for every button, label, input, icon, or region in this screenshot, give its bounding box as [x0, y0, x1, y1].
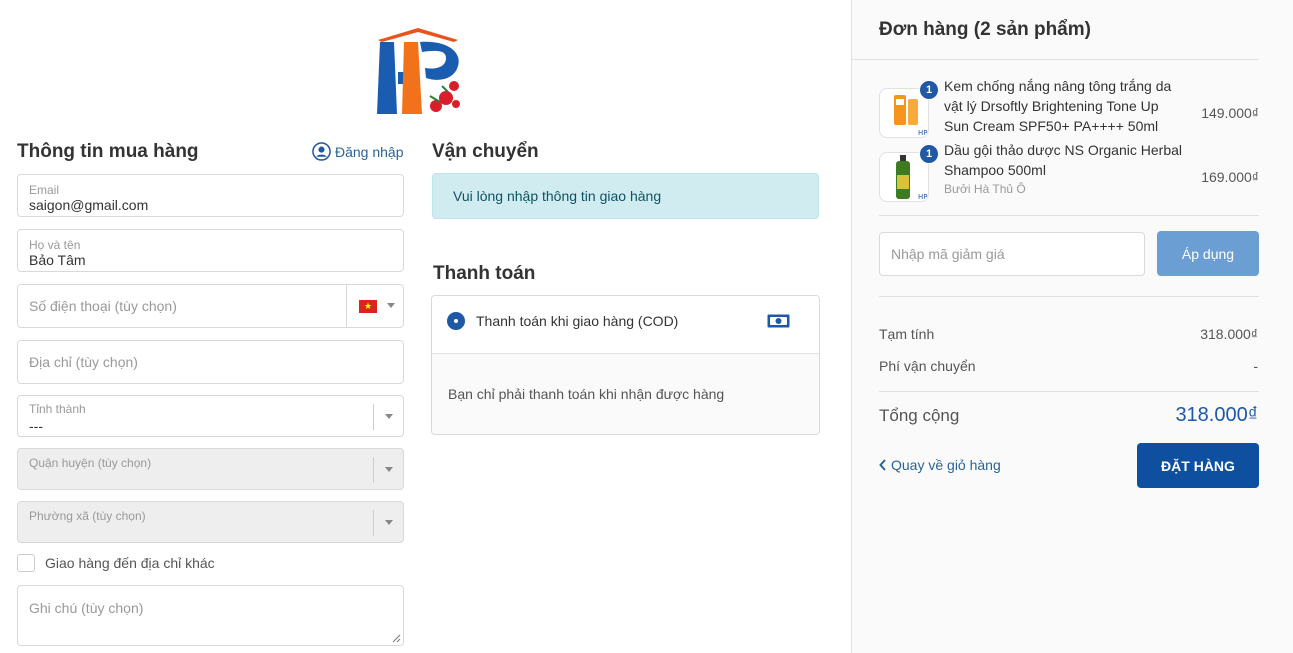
chevron-down-icon [387, 303, 395, 308]
discount-code-input[interactable]: Nhập mã giảm giá [879, 232, 1145, 276]
login-link[interactable]: Đăng nhập [312, 142, 404, 161]
checkout-main: Thông tin mua hàng Đăng nhập Email saigo… [0, 0, 851, 653]
store-logo[interactable] [370, 26, 466, 116]
resize-grip-icon[interactable] [392, 634, 401, 643]
country-code-select[interactable]: ★ [346, 285, 403, 327]
product-name-block: Dầu gội thảo dược NS Organic Herbal Sham… [944, 140, 1184, 198]
name-value: Bảo Tâm [29, 252, 86, 268]
address-placeholder: Địa chỉ (tùy chọn) [29, 354, 138, 370]
ward-select[interactable]: Phường xã (tùy chọn) [17, 501, 404, 543]
payment-option-cod[interactable]: Thanh toán khi giao hàng (COD) [432, 296, 819, 354]
divider [879, 215, 1259, 216]
ward-placeholder: Phường xã (tùy chọn) [29, 509, 146, 523]
chevron-left-icon [879, 459, 886, 471]
discount-placeholder: Nhập mã giảm giá [891, 246, 1005, 262]
product-name: Dầu gội thảo dược NS Organic Herbal Sham… [944, 142, 1182, 178]
chevron-down-icon [385, 414, 393, 419]
email-value: saigon@gmail.com [29, 197, 149, 213]
shipping-title: Vận chuyển [432, 141, 539, 162]
payment-methods: Thanh toán khi giao hàng (COD) Bạn chỉ p… [431, 295, 820, 435]
quantity-badge: 1 [919, 80, 939, 100]
shipping-fee-value: - [1253, 358, 1258, 374]
subtotal-label: Tạm tính [879, 326, 935, 342]
phone-placeholder: Số điện thoại (tùy chọn) [29, 298, 177, 314]
payment-description: Bạn chỉ phải thanh toán khi nhận được hà… [432, 354, 819, 434]
district-select[interactable]: Quận huyện (tùy chọn) [17, 448, 404, 490]
divider [851, 59, 1259, 60]
subtotal-value: 318.000₫ [1200, 326, 1258, 342]
login-label: Đăng nhập [335, 143, 404, 160]
total-label: Tổng cộng [879, 406, 960, 425]
apply-discount-button[interactable]: Áp dụng [1157, 231, 1259, 276]
note-placeholder: Ghi chú (tùy chọn) [29, 600, 144, 616]
divider [879, 296, 1259, 297]
quantity-badge: 1 [919, 144, 939, 164]
payment-title: Thanh toán [433, 263, 536, 284]
divider [879, 391, 1259, 392]
ship-other-address-checkbox[interactable] [17, 554, 35, 572]
address-field[interactable]: Địa chỉ (tùy chọn) [17, 340, 404, 384]
svg-text:HP: HP [918, 129, 928, 137]
email-label: Email [29, 183, 60, 197]
user-icon [312, 142, 331, 161]
shipping-alert: Vui lòng nhập thông tin giao hàng [432, 173, 819, 219]
ship-other-address-label: Giao hàng đến địa chỉ khác [45, 555, 215, 571]
ship-other-address-option[interactable]: Giao hàng đến địa chỉ khác [17, 554, 215, 572]
cash-icon [767, 314, 790, 328]
svg-text:HP: HP [918, 193, 928, 201]
province-value: --- [29, 418, 43, 434]
customer-info-title: Thông tin mua hàng [17, 141, 199, 162]
phone-field[interactable]: Số điện thoại (tùy chọn) ★ [17, 284, 404, 328]
district-placeholder: Quận huyện (tùy chọn) [29, 456, 152, 470]
product-variant: Bưởi Hà Thủ Ô [944, 182, 1026, 196]
email-field[interactable]: Email saigon@gmail.com [17, 174, 404, 217]
select-divider [373, 510, 374, 536]
product-price: 169.000₫ [1201, 169, 1259, 185]
chevron-down-icon [385, 467, 393, 472]
payment-radio[interactable] [447, 312, 465, 330]
name-field[interactable]: Họ và tên Bảo Tâm [17, 229, 404, 272]
total-value: 318.000₫ [1175, 404, 1258, 426]
name-label: Họ và tên [29, 238, 81, 252]
back-to-cart-label: Quay về giỏ hàng [891, 457, 1001, 473]
place-order-button[interactable]: ĐẶT HÀNG [1137, 443, 1259, 488]
product-name: Kem chống nắng nâng tông trắng da vật lý… [944, 78, 1172, 134]
select-divider [373, 404, 374, 430]
order-title: Đơn hàng (2 sản phẩm) [879, 19, 1091, 40]
province-select[interactable]: Tỉnh thành --- [17, 395, 404, 437]
order-item: HP 1 Dầu gội thảo dược NS Organic Herbal… [879, 142, 1259, 202]
payment-method-label: Thanh toán khi giao hàng (COD) [476, 313, 679, 329]
note-textarea[interactable]: Ghi chú (tùy chọn) [17, 585, 404, 646]
province-label: Tỉnh thành [29, 402, 86, 416]
chevron-down-icon [385, 520, 393, 525]
order-item: HP 1 Kem chống nắng nâng tông trắng da v… [879, 78, 1259, 144]
shipping-fee-label: Phí vận chuyển [879, 358, 976, 374]
product-price: 149.000₫ [1201, 105, 1259, 121]
back-to-cart-link[interactable]: Quay về giỏ hàng [879, 457, 1001, 473]
vietnam-flag-icon: ★ [359, 300, 377, 313]
select-divider [373, 457, 374, 483]
